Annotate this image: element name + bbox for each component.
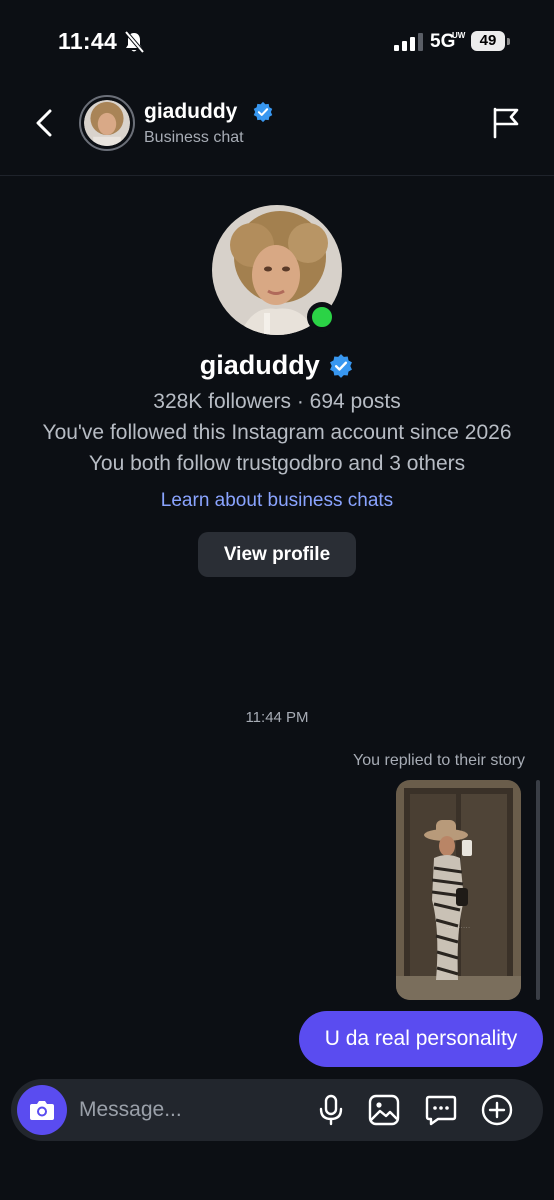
- battery-tip: [507, 38, 510, 45]
- header-avatar[interactable]: [79, 95, 135, 151]
- flag-icon[interactable]: [490, 106, 522, 140]
- chat-scrollbar[interactable]: [536, 780, 540, 1000]
- story-image: · · · · · · · · · ·: [396, 780, 521, 1000]
- message-composer: [11, 1079, 543, 1141]
- camera-button[interactable]: [17, 1085, 67, 1135]
- sticker-icon[interactable]: [424, 1093, 458, 1127]
- header-subtitle: Business chat: [144, 129, 244, 146]
- verified-badge-icon: [330, 353, 353, 378]
- profile-stats: 328K followers · 694 posts: [153, 390, 401, 413]
- camera-icon: [30, 1101, 54, 1120]
- online-status-dot: [307, 302, 337, 332]
- signal-icon: [394, 33, 423, 51]
- svg-text:· · · · · · · · · ·: · · · · · · · · · ·: [446, 925, 469, 930]
- avatar-image: [84, 100, 130, 146]
- add-icon[interactable]: [480, 1093, 514, 1127]
- battery-indicator: 49: [471, 31, 505, 51]
- back-chevron-icon[interactable]: [28, 106, 62, 140]
- gallery-icon[interactable]: [367, 1093, 401, 1127]
- bell-slash-icon: [124, 30, 145, 54]
- story-thumbnail[interactable]: · · · · · · · · · ·: [396, 780, 521, 1000]
- header-username[interactable]: giaduddy: [144, 100, 237, 124]
- story-reply-note: You replied to their story: [353, 752, 525, 769]
- status-time: 11:44: [58, 28, 118, 54]
- microphone-icon[interactable]: [314, 1093, 348, 1127]
- view-profile-button[interactable]: View profile: [198, 532, 356, 577]
- status-bar: 11:44 5G UW 49: [0, 0, 554, 84]
- message-input[interactable]: [79, 1095, 299, 1125]
- followed-since-text: You've followed this Instagram account s…: [42, 421, 512, 444]
- mutual-followers-text: You both follow trustgodbro and 3 others: [88, 452, 466, 475]
- profile-username: giaduddy: [199, 350, 320, 380]
- verified-badge-icon: [253, 101, 273, 123]
- chat-header: giaduddy Business chat: [0, 84, 554, 176]
- chat-timestamp: 11:44 PM: [245, 709, 309, 726]
- learn-business-chats-link[interactable]: Learn about business chats: [0, 490, 554, 512]
- message-bubble[interactable]: U da real personality: [299, 1011, 543, 1067]
- profile-name-row: giaduddy: [0, 350, 554, 381]
- network-sub: UW: [452, 31, 466, 40]
